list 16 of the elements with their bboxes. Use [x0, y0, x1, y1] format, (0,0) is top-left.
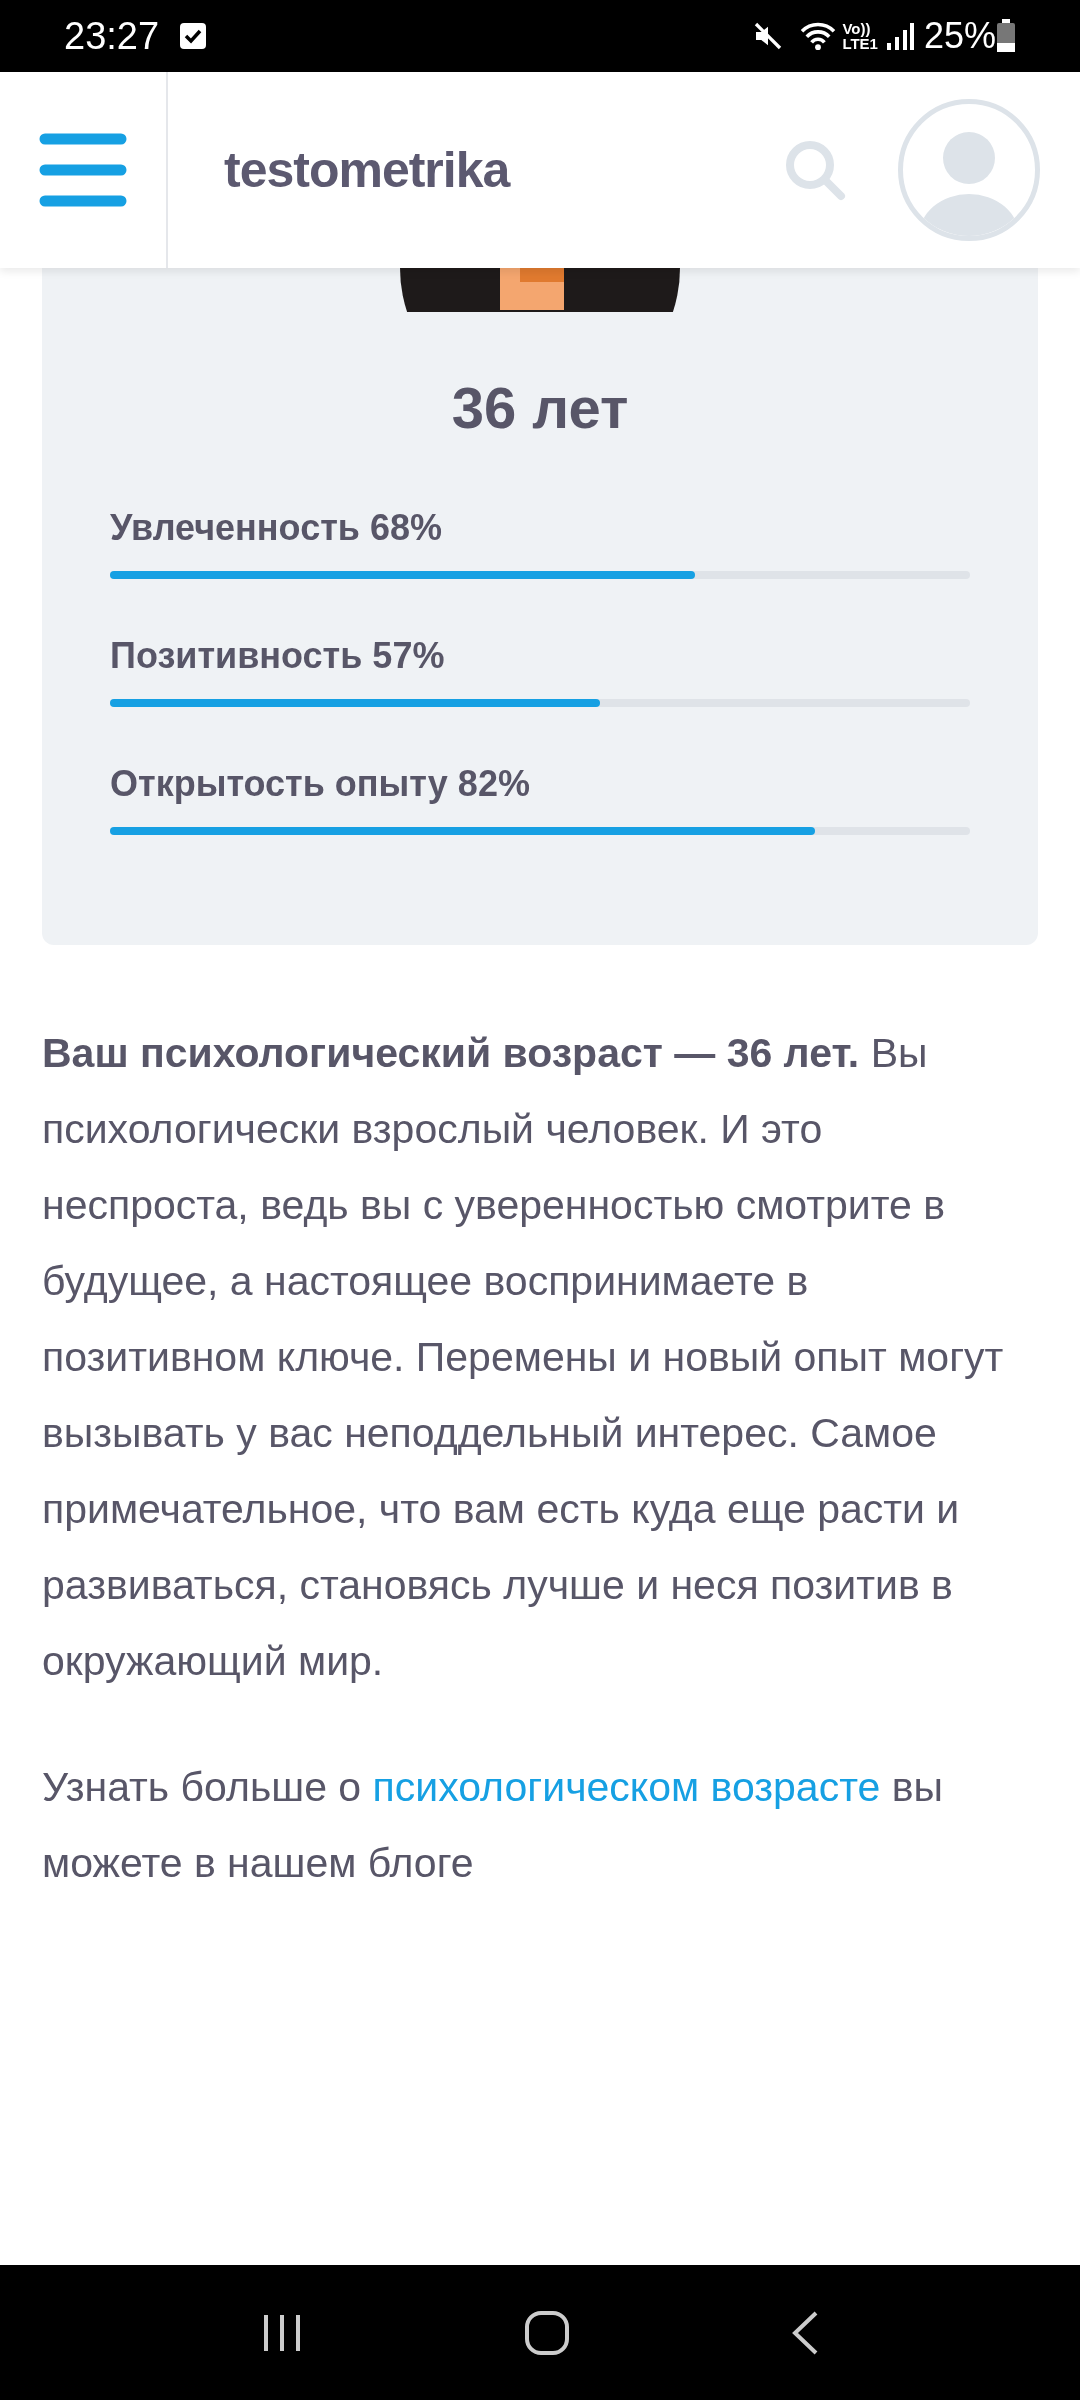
checkbox-notification-icon	[179, 22, 208, 50]
volte-label: Vo)) LTE1	[842, 21, 878, 51]
battery-icon	[996, 19, 1016, 53]
trait-label: Открытость опыту 82%	[110, 762, 531, 806]
trait-label: Позитивность 57%	[110, 634, 446, 678]
result-description: Ваш психологический возраст — 36 лет. Вы психологически взрослый человек. И это неспроста, ведь вы с уверенностью смотрите в будущее, а настоящее воспринимаете в позитивном ключе. Перемены и новый опыт могут вызывать у вас неподдельный интерес. Самое примечательное, что вам есть куда еще расти и развиваться, становясь лучше и неся позитив в окружающий мир.	[42, 1029, 1005, 1686]
site-logo[interactable]: testometrika	[224, 132, 510, 208]
time: 23:27	[64, 13, 160, 59]
age-value: 36 лет	[450, 374, 630, 442]
trait-label: Увлеченность 68%	[110, 506, 443, 550]
battery-percent: 25%	[923, 14, 996, 58]
signal-icon	[885, 21, 914, 51]
menu-icon	[39, 133, 127, 207]
back-icon[interactable]	[790, 2309, 820, 2356]
blog-paragraph: Узнать больше о психологическом возрасте вы можете в нашем блоге	[42, 1763, 944, 1888]
home-icon[interactable]	[524, 2309, 570, 2356]
